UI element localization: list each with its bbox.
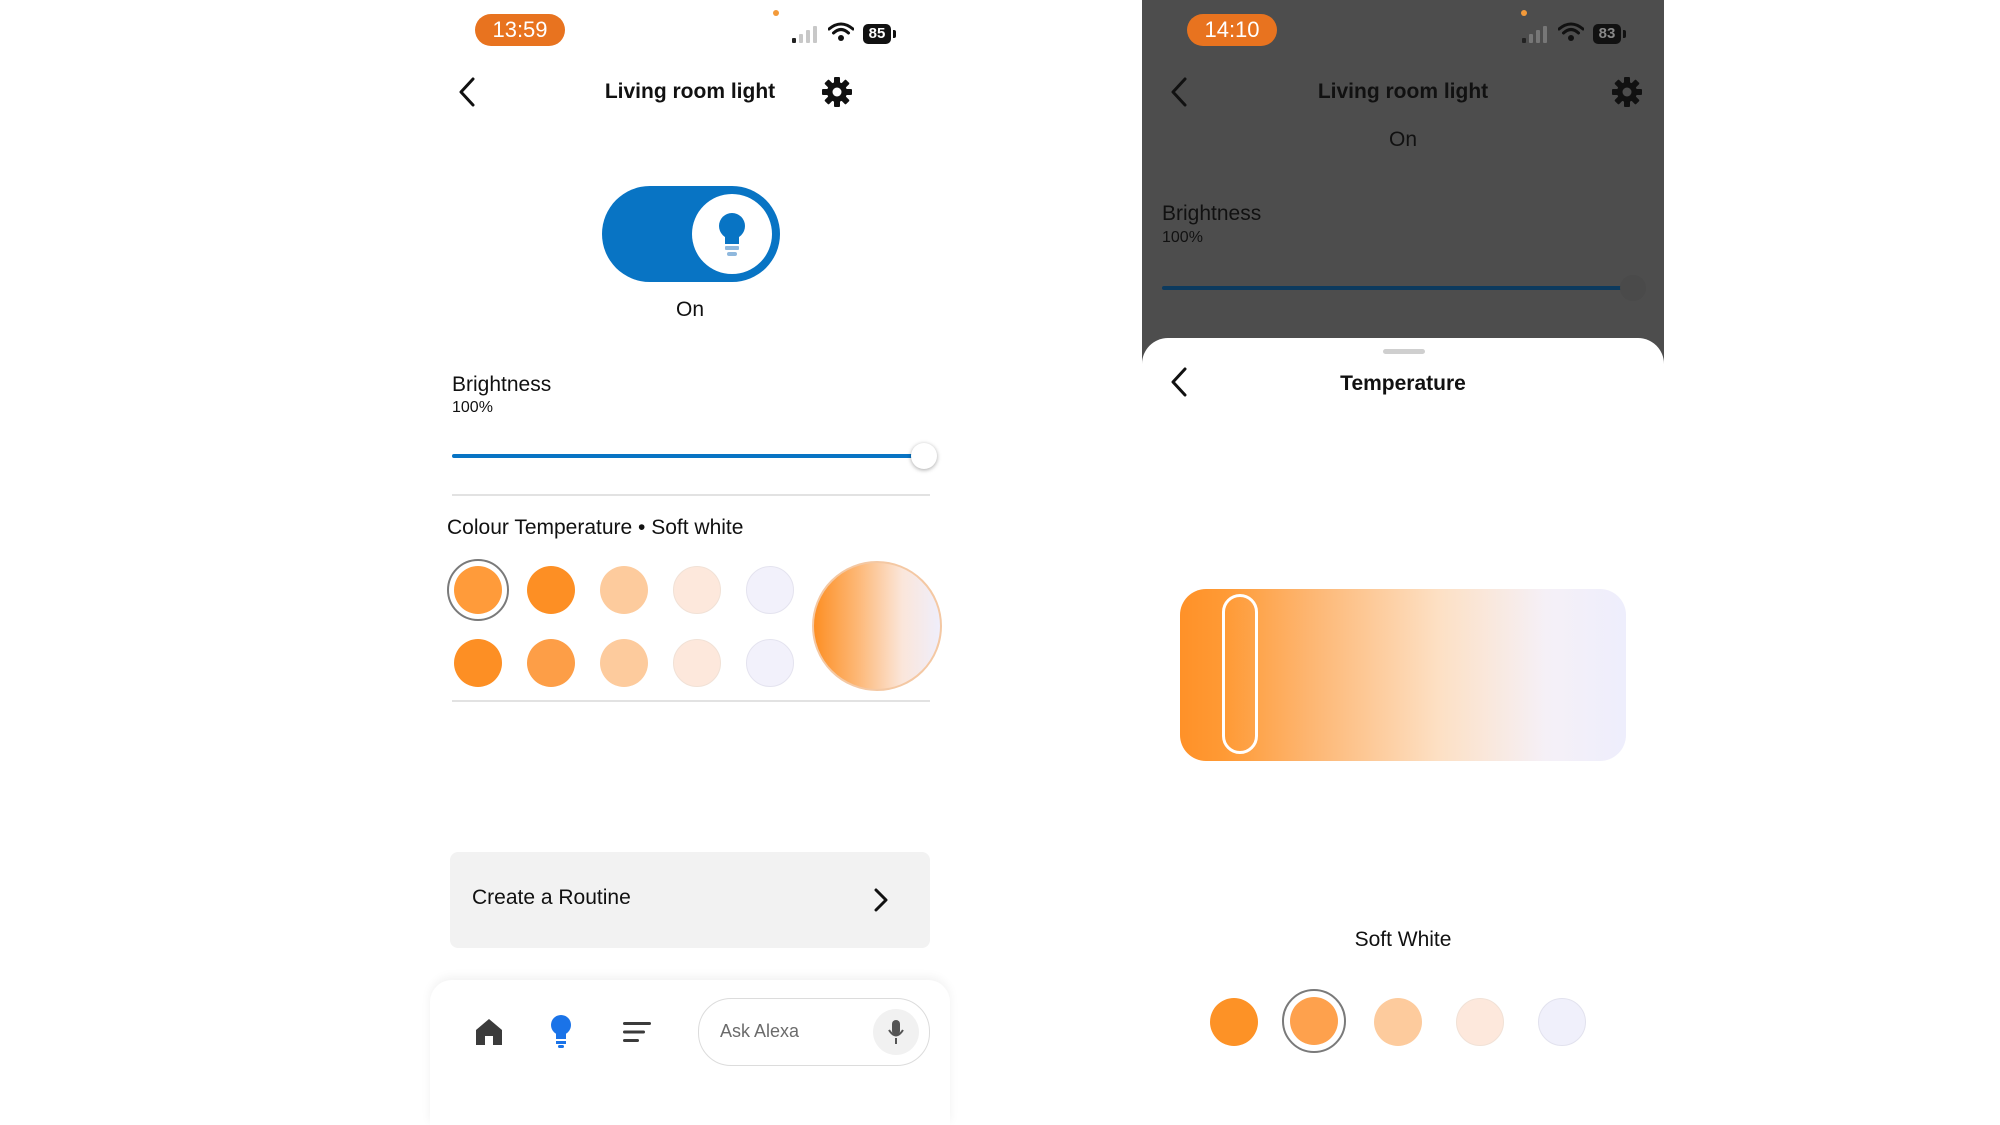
brightness-label: Brightness [452, 373, 552, 396]
brightness-label: Brightness [1162, 202, 1262, 225]
create-routine-label: Create a Routine [472, 886, 631, 909]
sheet-back-chevron-icon[interactable] [1168, 366, 1190, 398]
temperature-swatch[interactable] [1538, 998, 1586, 1046]
brightness-slider-track[interactable] [1162, 286, 1632, 290]
divider [452, 700, 930, 702]
brightness-value: 100% [1162, 229, 1203, 246]
sheet-title: Temperature [1340, 372, 1466, 395]
page-title: Living room light [1317, 80, 1489, 103]
colour-swatch[interactable] [746, 639, 794, 687]
microphone-icon [888, 1020, 904, 1044]
power-state-label: On [675, 298, 704, 321]
colour-swatch[interactable] [673, 639, 721, 687]
wifi-icon [1558, 22, 1584, 41]
temperature-gradient-slider[interactable] [1180, 589, 1626, 761]
colour-swatch[interactable] [673, 566, 721, 614]
colour-temperature-label: Colour Temperature • Soft white [447, 516, 744, 539]
page-title: Living room light [604, 80, 776, 103]
toggle-knob [692, 194, 772, 274]
temperature-swatch[interactable] [1374, 998, 1422, 1046]
colour-swatch[interactable] [527, 566, 575, 614]
home-icon[interactable] [473, 1017, 505, 1047]
create-routine-button[interactable]: Create a Routine [450, 852, 930, 948]
light-bulb-icon [719, 213, 745, 256]
colour-swatch[interactable] [527, 639, 575, 687]
privacy-indicator [773, 10, 779, 16]
battery-indicator: 83 [1593, 24, 1626, 44]
battery-indicator: 85 [863, 24, 896, 44]
settings-gear-icon[interactable] [821, 76, 853, 108]
temperature-swatch[interactable] [1290, 997, 1338, 1045]
status-time: 13:59 [475, 14, 565, 46]
temperature-swatch[interactable] [1210, 998, 1258, 1046]
microphone-button[interactable] [873, 1009, 919, 1055]
more-menu-icon[interactable] [622, 1020, 652, 1044]
bottom-navigation: Ask Alexa [430, 980, 950, 1125]
custom-temperature-picker[interactable] [812, 561, 942, 691]
cellular-signal-icon [1522, 26, 1547, 43]
temperature-sheet: Temperature Soft White [1142, 338, 1664, 1125]
colour-swatch[interactable] [600, 639, 648, 687]
brightness-slider-thumb[interactable] [1620, 275, 1646, 301]
privacy-indicator [1521, 10, 1527, 16]
back-chevron-icon[interactable] [1168, 76, 1190, 108]
phone-screen-right: 14:10 83 Living room light On Brightness… [1142, 0, 1664, 1125]
colour-swatch[interactable] [600, 566, 648, 614]
wifi-icon [828, 22, 854, 41]
brightness-slider-thumb[interactable] [911, 443, 937, 469]
colour-swatch[interactable] [454, 566, 502, 614]
colour-swatch[interactable] [746, 566, 794, 614]
power-toggle[interactable] [602, 186, 780, 282]
ask-alexa-input[interactable]: Ask Alexa [698, 998, 930, 1066]
phone-screen-left: 13:59 85 Living room light On Brightness… [430, 0, 950, 1125]
devices-bulb-icon[interactable] [550, 1015, 572, 1049]
status-time: 14:10 [1187, 14, 1277, 46]
colour-swatch[interactable] [454, 639, 502, 687]
divider [452, 494, 930, 496]
brightness-slider-track[interactable] [452, 454, 924, 458]
settings-gear-icon[interactable] [1611, 76, 1643, 108]
temperature-swatch[interactable] [1456, 998, 1504, 1046]
temperature-slider-handle[interactable] [1222, 594, 1258, 754]
selected-temperature-label: Soft White [1354, 928, 1452, 951]
sheet-grab-handle[interactable] [1383, 349, 1425, 354]
power-state-label: On [1388, 128, 1417, 151]
back-chevron-icon[interactable] [456, 76, 478, 108]
chevron-right-icon [874, 888, 888, 912]
brightness-value: 100% [452, 399, 493, 416]
ask-alexa-placeholder: Ask Alexa [720, 1021, 800, 1041]
cellular-signal-icon [792, 26, 817, 43]
